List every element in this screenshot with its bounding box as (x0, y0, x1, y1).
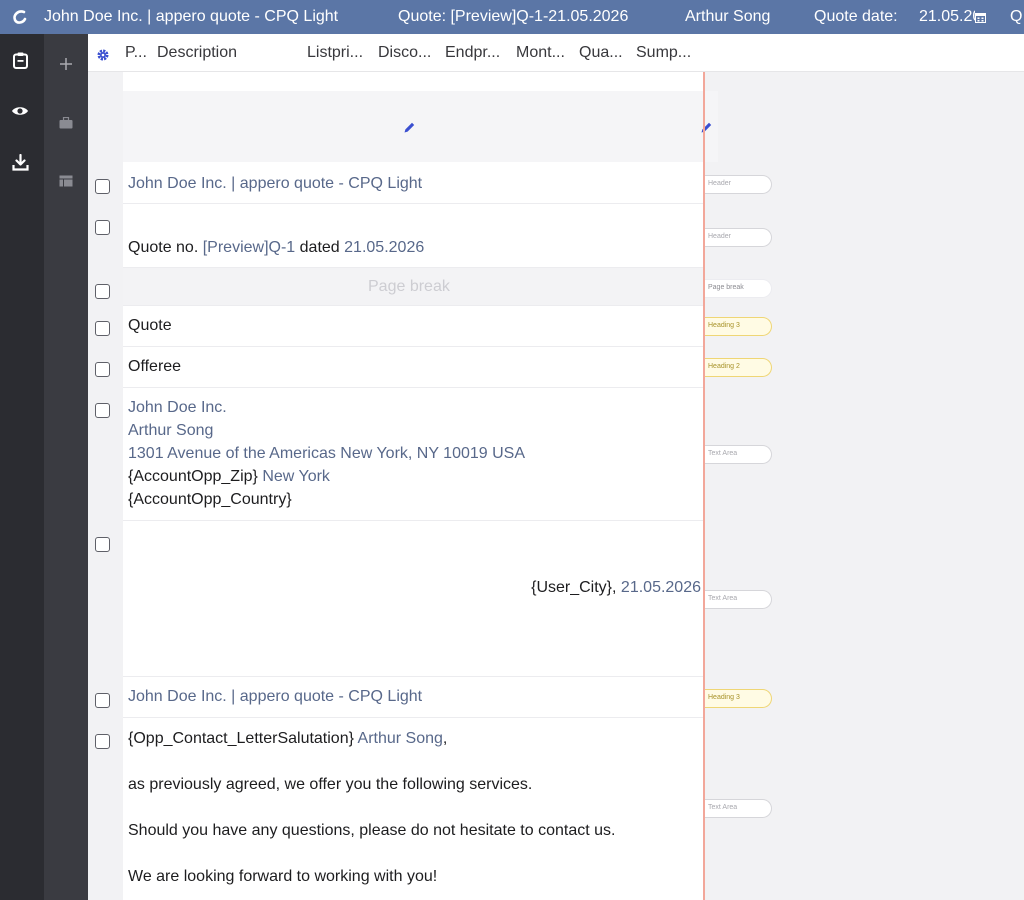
row-checkbox[interactable] (95, 403, 110, 418)
pencil-icon[interactable] (403, 121, 416, 134)
list-item[interactable]: Offeree (123, 347, 703, 388)
letter-salutation: {Opp_Contact_LetterSalutation} Arthur So… (128, 727, 447, 750)
page-break-text: Page break (368, 278, 450, 295)
column-sum-price[interactable]: Sump... (636, 44, 691, 62)
list-item[interactable]: John Doe Inc. | appero quote - CPQ Light (123, 163, 703, 204)
address-country: {AccountOpp_Country} (128, 491, 292, 508)
block-type-tag[interactable]: Text Area (703, 445, 772, 464)
place-date-line: {User_City}, 21.05.2026 (531, 576, 701, 599)
block-type-tag[interactable]: Heading 3 (703, 689, 772, 708)
quote-number-line: Quote no. [Preview]Q-1 dated 21.05.2026 (128, 236, 424, 259)
column-quantity[interactable]: Qua... (579, 44, 623, 62)
letter-line-1: as previously agreed, we offer you the f… (128, 776, 533, 793)
user-name: Arthur Song (685, 8, 771, 25)
download-icon[interactable] (12, 154, 29, 171)
pencil-icon[interactable] (700, 121, 713, 134)
column-header-bar: P... Description Listpri... Disco... End… (88, 34, 1024, 72)
row-checkbox[interactable] (95, 284, 110, 299)
page-margin-line (703, 72, 705, 900)
list-item[interactable]: John Doe Inc. Arthur Song 1301 Avenue of… (123, 388, 703, 521)
list-item[interactable]: Quote no. [Preview]Q-1 dated 21.05.2026 (123, 204, 703, 268)
row-checkbox[interactable] (95, 362, 110, 377)
quote-heading: Quote (128, 317, 172, 334)
dated-label: dated (299, 239, 340, 256)
block-type-tag[interactable]: Heading 2 (703, 358, 772, 377)
row-checkbox[interactable] (95, 220, 110, 235)
offeree-heading: Offeree (128, 358, 182, 375)
block-type-tag[interactable]: Page break (703, 279, 772, 298)
calendar-icon[interactable] (975, 12, 986, 23)
zip-placeholder: {AccountOpp_Zip} (128, 468, 258, 485)
row-checkbox[interactable] (95, 179, 110, 194)
row-checkbox[interactable] (95, 734, 110, 749)
salutation-placeholder: {Opp_Contact_LetterSalutation} (128, 730, 354, 747)
header-text: John Doe Inc. | appero quote - CPQ Light (128, 175, 423, 192)
document-canvas: John Doe Inc. | appero quote - CPQ Light… (88, 72, 1024, 900)
block-type-tag[interactable]: Heading 3 (703, 317, 772, 336)
column-discount[interactable]: Disco... (378, 44, 431, 62)
topbar-overflow-text: Q (1010, 8, 1023, 25)
list-item[interactable]: {User_City}, 21.05.2026 (123, 521, 703, 677)
list-item[interactable]: John Doe Inc. | appero quote - CPQ Light (123, 677, 703, 718)
secondary-sidebar (44, 34, 88, 900)
address-zip-city: {AccountOpp_Zip} New York (128, 465, 330, 488)
place-date-value: 21.05.2026 (620, 579, 701, 596)
list-item[interactable]: {Opp_Contact_LetterSalutation} Arthur So… (123, 718, 703, 900)
column-monthly[interactable]: Mont... (516, 44, 565, 62)
quote-number-prefix: Quote no. (128, 239, 199, 256)
salutation-comma: , (442, 730, 448, 747)
column-endprice[interactable]: Endpr... (445, 44, 500, 62)
eye-icon[interactable] (11, 105, 29, 117)
primary-sidebar (0, 34, 44, 900)
row-checkbox[interactable] (95, 321, 110, 336)
block-type-tag[interactable]: Header (703, 175, 772, 194)
briefcase-icon[interactable] (59, 117, 73, 129)
address-city: New York (262, 468, 330, 485)
column-listprice[interactable]: Listpri... (307, 44, 363, 62)
page-break-row[interactable]: Page break (123, 268, 703, 306)
salutation-contact: Arthur Song (357, 730, 443, 747)
repeat-header-text: John Doe Inc. | appero quote - CPQ Light (128, 688, 423, 705)
user-city-placeholder: {User_City}, (531, 579, 617, 596)
block-type-tag[interactable]: Text Area (703, 590, 772, 609)
top-bar: John Doe Inc. | appero quote - CPQ Light… (0, 0, 1024, 34)
quote-title: Quote: [Preview]Q-1-21.05.2026 (398, 8, 629, 25)
appero-logo-icon[interactable] (10, 7, 30, 27)
row-checkbox[interactable] (95, 693, 110, 708)
quote-date-label: Quote date: (814, 8, 898, 25)
layout-icon[interactable] (59, 175, 73, 187)
address-contact: Arthur Song (128, 422, 214, 439)
app-title: John Doe Inc. | appero quote - CPQ Light (44, 8, 339, 25)
letter-line-2: Should you have any questions, please do… (128, 822, 616, 839)
block-type-tag[interactable]: Text Area (703, 799, 772, 818)
list-item[interactable]: Quote (123, 306, 703, 347)
row-checkbox[interactable] (95, 537, 110, 552)
clipboard-icon[interactable] (13, 52, 28, 69)
address-company: John Doe Inc. (128, 399, 227, 416)
header-edit-zone[interactable] (123, 91, 718, 162)
column-position[interactable]: P... (125, 44, 147, 62)
address-street: 1301 Avenue of the Americas New York, NY… (128, 445, 525, 462)
quote-number-value: [Preview]Q-1 (202, 239, 296, 256)
gear-icon[interactable] (96, 48, 110, 62)
column-description[interactable]: Description (157, 44, 237, 62)
letter-line-3: We are looking forward to working with y… (128, 868, 438, 885)
plus-icon[interactable] (59, 57, 73, 71)
block-type-tag[interactable]: Header (703, 228, 772, 247)
quote-date-text: 21.05.2026 (344, 239, 425, 256)
quote-date-value[interactable]: 21.05.2026 (919, 8, 975, 26)
